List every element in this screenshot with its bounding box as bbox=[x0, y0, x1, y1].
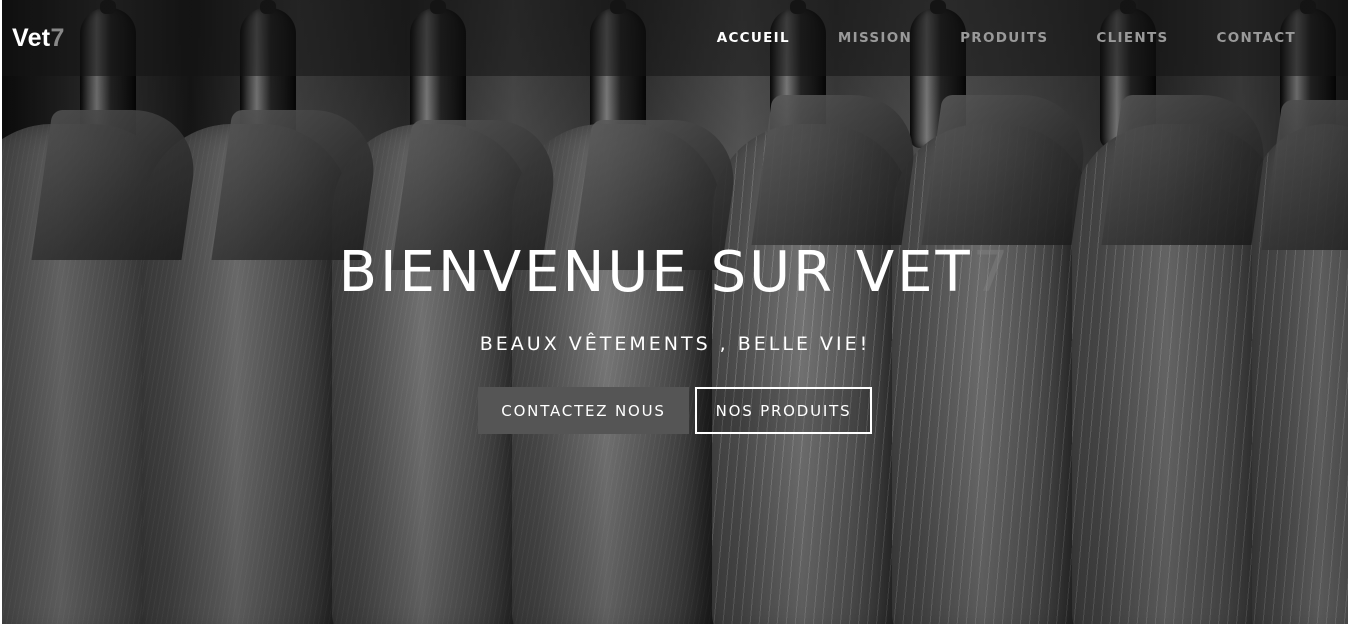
top-navbar: Vet7 ACCUEIL MISSION PRODUITS CLIENTS CO… bbox=[2, 0, 1348, 76]
hero-headline-accent: 7 bbox=[972, 240, 1012, 305]
brand-accent: 7 bbox=[50, 24, 65, 52]
brand-name: Vet bbox=[12, 24, 51, 52]
contact-us-button[interactable]: CONTACTEZ NOUS bbox=[478, 387, 689, 434]
hero-buttons: CONTACTEZ NOUS NOS PRODUITS bbox=[2, 387, 1348, 434]
brand-logo[interactable]: Vet7 bbox=[12, 24, 65, 53]
nav-item-contact[interactable]: CONTACT bbox=[1216, 30, 1296, 46]
our-products-button[interactable]: NOS PRODUITS bbox=[695, 387, 872, 434]
nav-item-mission[interactable]: MISSION bbox=[838, 30, 912, 46]
nav-item-accueil[interactable]: ACCUEIL bbox=[717, 30, 790, 46]
nav-item-produits[interactable]: PRODUITS bbox=[960, 30, 1048, 46]
hero-subtitle: BEAUX VÊTEMENTS , BELLE VIE! bbox=[479, 333, 871, 355]
hero-section: Vet7 ACCUEIL MISSION PRODUITS CLIENTS CO… bbox=[2, 0, 1348, 624]
nav-menu: ACCUEIL MISSION PRODUITS CLIENTS CONTACT bbox=[669, 30, 1296, 46]
hero-headline: BIENVENUE SUR VET7 bbox=[2, 240, 1348, 305]
nav-item-clients[interactable]: CLIENTS bbox=[1096, 30, 1168, 46]
hero-headline-main: BIENVENUE SUR VET bbox=[338, 240, 973, 305]
